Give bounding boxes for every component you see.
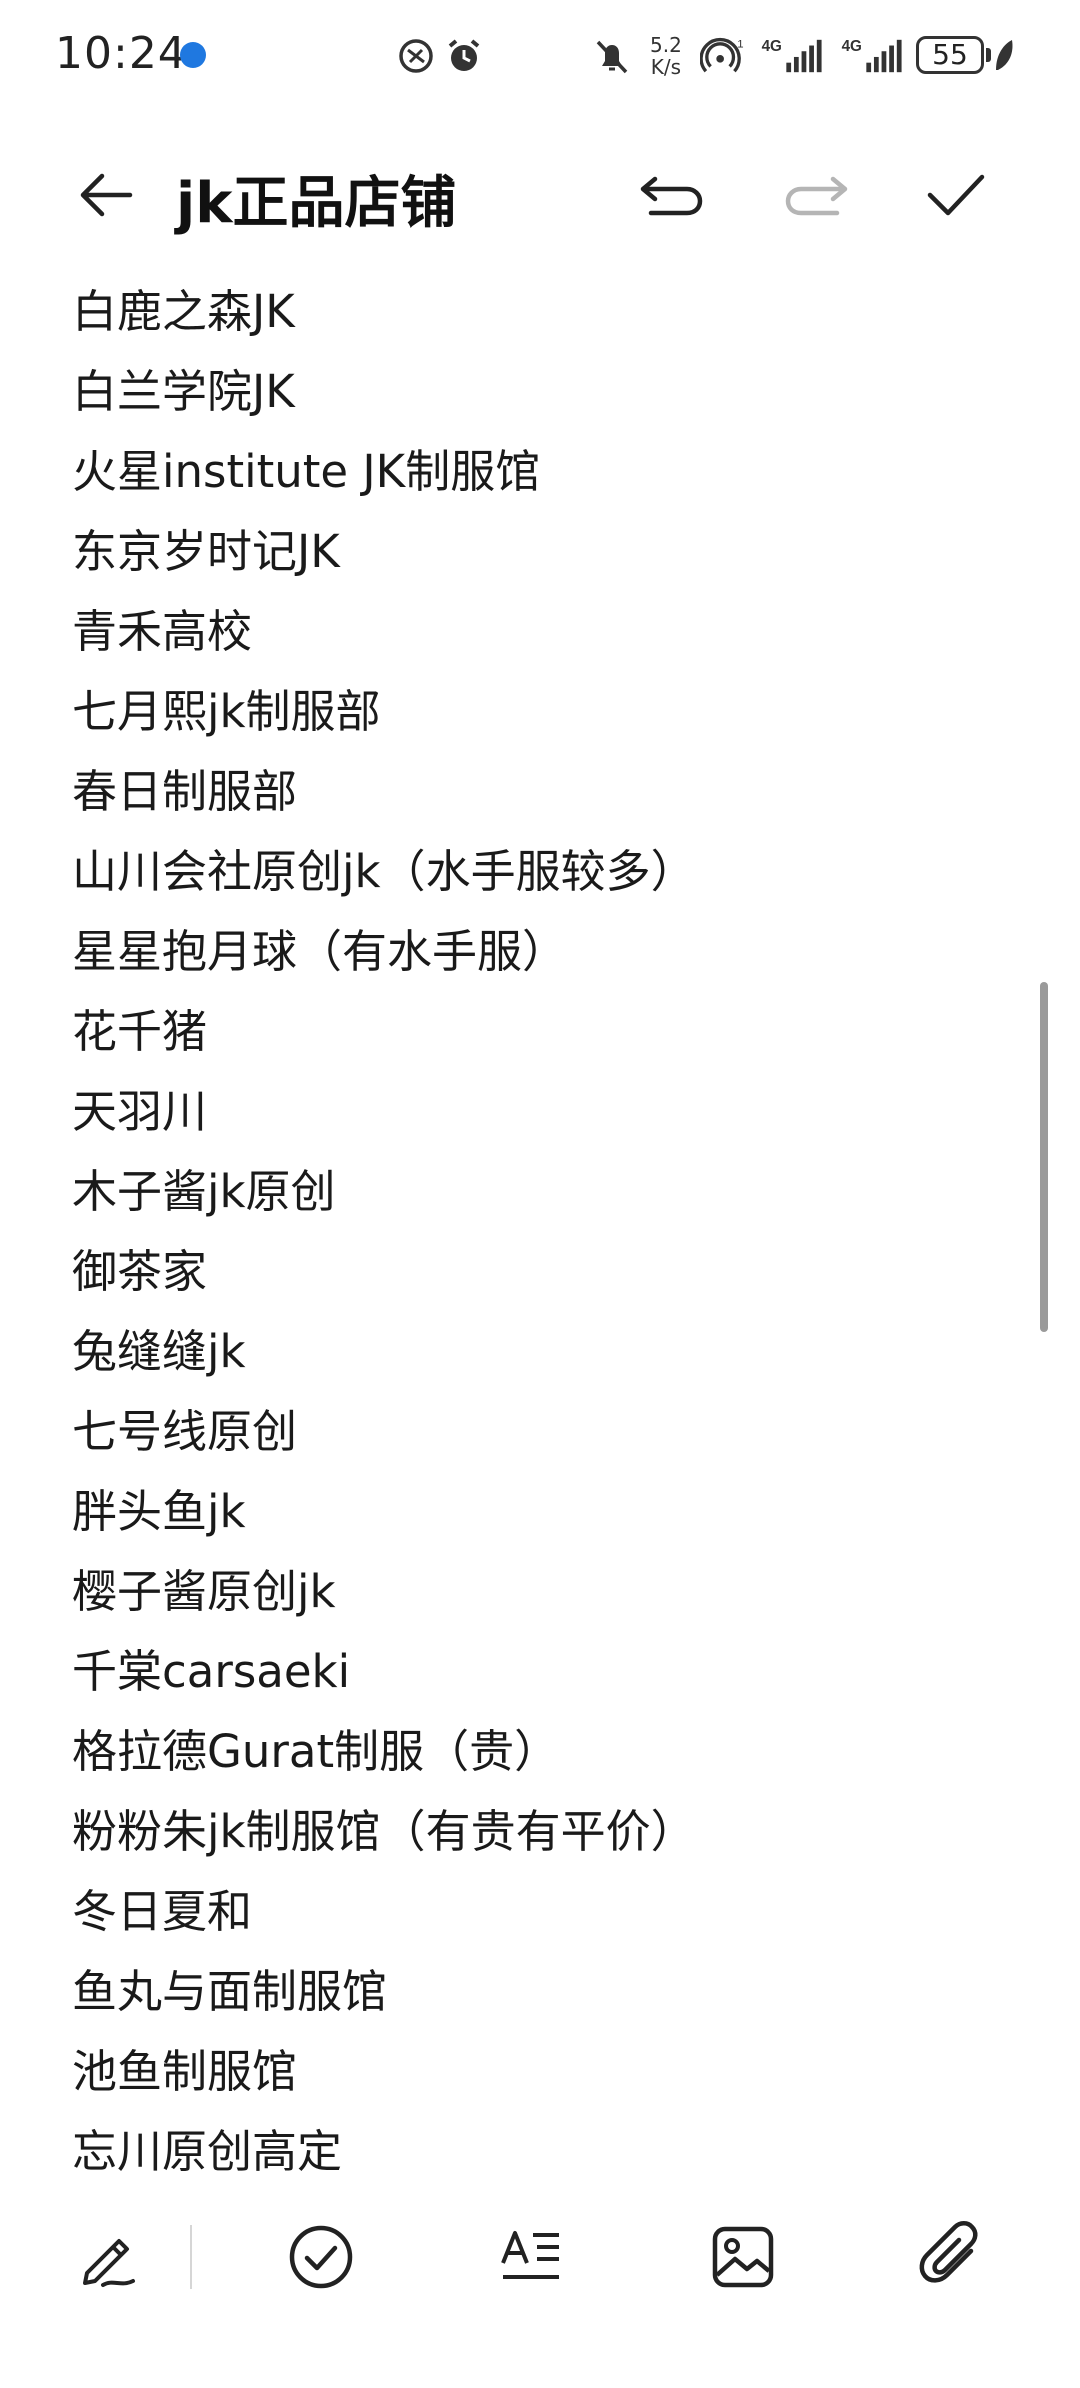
checklist-icon [289, 2225, 353, 2289]
net-speed: 5.2 K/s [650, 34, 682, 78]
text-style-icon [501, 2231, 559, 2279]
status-bar: 10:24 5.2 K/s 1 4G 4G 55 [0, 0, 1080, 110]
note-line[interactable]: 冬日夏和 [72, 1872, 1012, 1952]
note-line[interactable]: 星星抱月球（有水手服） [72, 912, 1012, 992]
hotspot-icon: 1 [700, 38, 744, 73]
battery-level: 55 [932, 38, 968, 71]
note-line[interactable]: 青禾高校 [72, 592, 1012, 672]
svg-text:1: 1 [737, 38, 743, 50]
note-line[interactable]: 池鱼制服馆 [72, 2032, 1012, 2112]
image-icon [712, 2226, 774, 2288]
note-line[interactable]: 火星institute JK制服馆 [72, 432, 1012, 512]
note-line[interactable]: 七月熙jk制服部 [72, 672, 1012, 752]
pen-icon [83, 2239, 135, 2287]
note-line[interactable]: 胖头鱼jk [72, 1472, 1012, 1552]
attachment-button[interactable] [908, 2212, 998, 2302]
note-line[interactable]: 东京岁时记JK [72, 512, 1012, 592]
net-speed-unit: K/s [650, 55, 682, 79]
done-button[interactable] [916, 155, 996, 235]
undo-icon [640, 176, 703, 216]
signal-strength-icon-2: 4G [842, 38, 902, 73]
undo-button[interactable] [632, 155, 712, 235]
back-button[interactable] [66, 155, 146, 235]
note-line[interactable]: 山川会社原创jk（水手服较多） [72, 832, 1012, 912]
note-line[interactable]: 白兰学院JK [72, 352, 1012, 432]
note-line[interactable]: 千棠carsaeki [72, 1632, 1012, 1712]
note-line[interactable]: 兔缝缝jk [72, 1312, 1012, 1392]
note-line[interactable]: 天羽川 [72, 1072, 1012, 1152]
note-line[interactable]: 七号线原创 [72, 1392, 1012, 1472]
checkmark-icon [927, 174, 985, 216]
app-notification-icon [180, 42, 206, 68]
signal-strength-icon-1: 4G [762, 38, 822, 73]
data-saver-icon [399, 39, 433, 73]
battery-cap [986, 48, 991, 62]
battery-icon: 55 [916, 36, 984, 74]
note-line[interactable]: 樱子酱原创jk [72, 1552, 1012, 1632]
net-speed-value: 5.2 [650, 33, 682, 57]
checklist-button[interactable] [276, 2212, 366, 2302]
attachment-icon [919, 2221, 978, 2283]
back-arrow-icon [80, 173, 133, 217]
note-line[interactable]: 御茶家 [72, 1232, 1012, 1312]
note-line[interactable]: 花千猪 [72, 992, 1012, 1072]
text-style-button[interactable] [486, 2212, 576, 2302]
power-saving-leaf-icon [996, 40, 1013, 70]
insert-image-button[interactable] [698, 2212, 788, 2302]
note-line[interactable]: 忘川原创高定 [72, 2112, 1012, 2192]
signal-label-1: 4G [762, 38, 782, 55]
note-body[interactable]: 白鹿之森JK 白兰学院JK 火星institute JK制服馆 东京岁时记JK … [72, 272, 1012, 2192]
mute-bell-icon [596, 40, 628, 74]
toolbar-divider [190, 2225, 192, 2289]
scrollbar-thumb[interactable] [1040, 982, 1048, 1332]
status-time: 10:24 [55, 28, 187, 79]
signal-label-2: 4G [842, 38, 862, 55]
note-line[interactable]: 木子酱jk原创 [72, 1152, 1012, 1232]
page-title[interactable]: jk正品店铺 [176, 158, 456, 239]
note-line[interactable]: 白鹿之森JK [72, 272, 1012, 352]
note-line[interactable]: 格拉德Gurat制服（贵） [72, 1712, 1012, 1792]
note-line[interactable]: 春日制服部 [72, 752, 1012, 832]
note-line[interactable]: 粉粉朱jk制服馆（有贵有平价） [72, 1792, 1012, 1872]
alarm-icon [448, 39, 480, 71]
redo-icon [785, 176, 848, 216]
redo-button[interactable] [776, 155, 856, 235]
handwriting-button[interactable] [64, 2212, 154, 2302]
note-line[interactable]: 鱼丸与面制服馆 [72, 1952, 1012, 2032]
